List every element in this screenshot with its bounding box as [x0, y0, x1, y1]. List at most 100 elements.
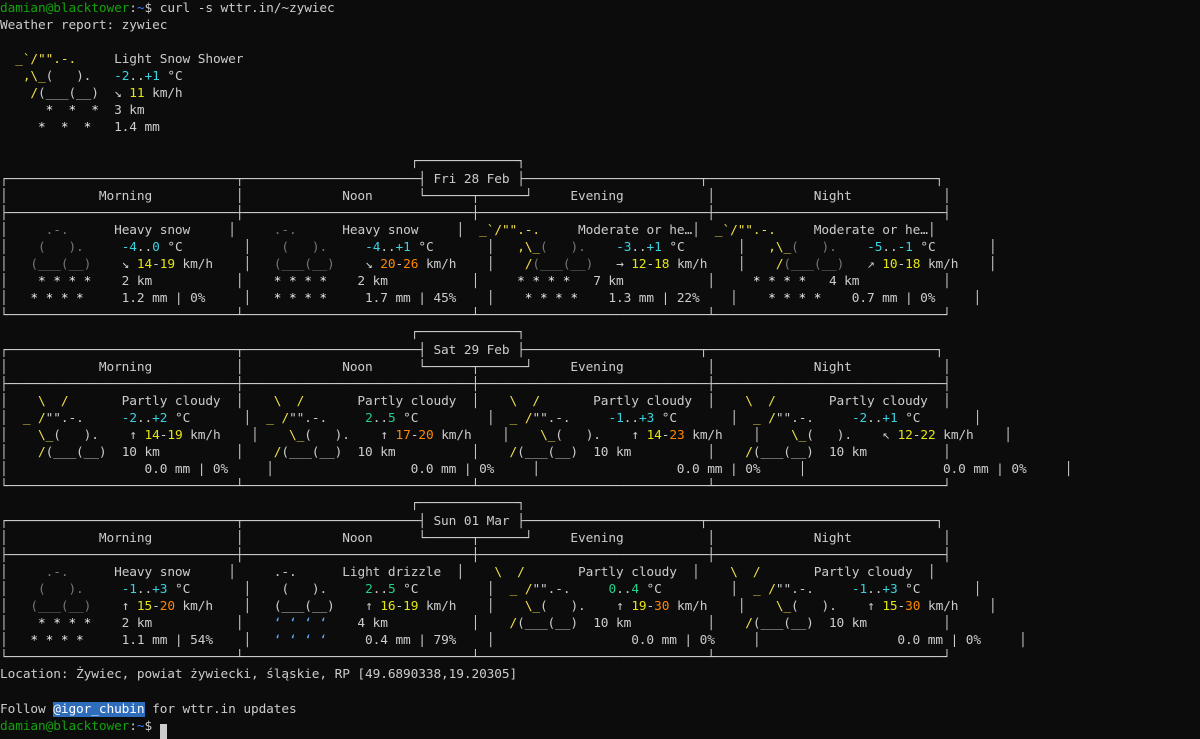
- terminal-text: Moderate or he…│: [539, 222, 715, 238]
- terminal-text: 10 km │: [813, 445, 951, 461]
- sun-text: ,\_: [22, 68, 46, 84]
- temp-cyan-text: -5: [867, 239, 883, 255]
- terminal-text: ↑: [600, 428, 647, 443]
- sun-text: ,\_: [768, 239, 792, 255]
- terminal-text: Evening: [570, 188, 624, 204]
- cloud-text: (___(__): [45, 445, 107, 461]
- terminal-text: Weather report: zywiec: [0, 17, 168, 33]
- wind-orange-text: 17: [395, 428, 411, 443]
- terminal-text: -: [897, 599, 906, 614]
- terminal-text: km/h │: [669, 257, 776, 272]
- cloud-text: ( ).: [53, 428, 99, 443]
- sun-text: /: [745, 445, 753, 461]
- terminal-text: 2 km │: [91, 616, 274, 632]
- terminal-text: │: [0, 530, 99, 546]
- terminal-text: -: [897, 257, 906, 272]
- terminal-text: Partly cloudy │: [304, 393, 510, 409]
- terminal-text: km/h │: [920, 257, 997, 272]
- cloud-text: ( ).: [806, 428, 852, 443]
- terminal-text: ├──────────────────────────────┼────────…: [0, 376, 951, 392]
- sun-text: ,\_: [517, 239, 541, 255]
- terminal-text: ↑: [91, 599, 137, 614]
- terminal-text: Fri 28 Feb: [433, 171, 510, 187]
- table-top: ┌─────────────┐: [0, 153, 525, 170]
- wind-orange-text: 30: [654, 599, 670, 614]
- terminal-text: ..: [380, 239, 396, 255]
- terminal-text: km/h │: [433, 428, 541, 443]
- terminal-text: 0.4 mm | 79% │ 0.0 mm | 0% │ 0.0 mm | 0%…: [327, 633, 1027, 649]
- terminal-text: -: [152, 599, 160, 614]
- wind-yellow-text: 15: [136, 599, 153, 614]
- temp-cyan-text: -2: [114, 68, 130, 84]
- temp-green-text: 5: [387, 410, 396, 426]
- current-line-3: /(___(__) ↘ 11 km/h: [0, 85, 182, 102]
- terminal-text: km/h │: [669, 599, 776, 614]
- terminal-text: °C │: [912, 239, 997, 255]
- wind-yellow-text: 19: [159, 257, 175, 272]
- cloud-text: ( ).: [304, 428, 350, 443]
- terminal-text: :: [129, 718, 137, 734]
- sun-text: _ /: [22, 410, 46, 426]
- igor-chubin-link[interactable]: @igor_chubin: [53, 701, 145, 717]
- snow-text: * * * *: [524, 291, 578, 307]
- table-period-row: │ Morning │ Noon └──────┬──────┘ Evening…: [0, 188, 951, 205]
- terminal-text: │: [851, 359, 951, 375]
- cloud-text: ( ).: [555, 428, 601, 443]
- sun-text: \ /: [509, 393, 541, 409]
- terminal-text: ↗: [844, 257, 883, 272]
- cloud-text: .-.: [273, 564, 297, 580]
- terminal-text: 10 km │: [106, 445, 274, 461]
- terminal-text: │: [0, 239, 39, 255]
- terminal-text: -: [395, 257, 404, 272]
- terminal-window[interactable]: damian@blacktower:~$ curl -s wttr.in/~zy…: [0, 0, 1200, 739]
- cloud-text: (___(__): [281, 445, 343, 461]
- sun-text: \ /: [745, 393, 776, 409]
- prompt-line: damian@blacktower:~$ cursor: [0, 718, 168, 739]
- terminal-text: km/h │: [920, 599, 997, 614]
- terminal-text: Partly cloudy │: [775, 393, 951, 409]
- snow-text: * * * *: [38, 616, 92, 632]
- terminal-text: Partly cloudy │: [760, 564, 936, 580]
- terminal-text: km/h │: [418, 257, 525, 272]
- wind-yellow-text: 14: [646, 428, 662, 443]
- terminal-text: ↑: [334, 599, 381, 614]
- temp-cyan-text: -4: [365, 239, 381, 255]
- cloud-text: "".-.: [775, 410, 814, 426]
- wind-yellow-text: 15: [882, 599, 898, 614]
- terminal-text: -: [395, 599, 404, 614]
- terminal-text: °C │: [654, 410, 754, 426]
- terminal-text: ↖: [851, 428, 898, 443]
- terminal-text: °C │: [638, 581, 754, 597]
- wind-orange-text: 20: [159, 599, 175, 614]
- rain-text: ‘ ‘ ‘ ‘: [273, 633, 328, 649]
- terminal-text: ..: [136, 239, 153, 255]
- cloud-text: (___(__): [752, 445, 814, 461]
- day2-row2: │ _ /"".-. -2..+2 °C │ _ /"".-. 2..5 °C …: [0, 410, 981, 427]
- terminal-text: └──────────────────────────────┴────────…: [0, 308, 951, 324]
- terminal-text: Light drizzle │: [296, 564, 495, 580]
- temp-green-text: 0: [608, 581, 617, 597]
- sun-text: \_: [289, 428, 305, 443]
- terminal-text: -: [152, 257, 160, 272]
- wind-yellow-text: 19: [167, 428, 183, 443]
- day2-row5: │ 0.0 mm | 0% │ 0.0 mm | 0% │ 0.0 mm | 0…: [0, 461, 1072, 478]
- terminal-text: ↑: [836, 599, 883, 614]
- cloud-text: ( ).: [281, 581, 328, 597]
- temp-cyan-text: +3: [882, 581, 898, 597]
- wind-yellow-text: 11: [129, 86, 145, 101]
- prompt-path-text: ~: [136, 718, 145, 734]
- temp-green-text: 5: [387, 581, 396, 597]
- cloud-text: "".-.: [775, 581, 814, 597]
- sun-text: /: [30, 86, 39, 101]
- terminal-text: °C │: [395, 581, 510, 597]
- terminal-text: Light Snow Shower: [76, 51, 244, 67]
- prompt-user-text: damian@blacktower: [0, 0, 130, 16]
- cloud-text: (___(__): [273, 599, 335, 614]
- terminal-text: 0.7 mm | 0% │: [821, 291, 982, 307]
- terminal-text: ├───────────────────────┬───────────────…: [509, 513, 943, 529]
- temp-cyan-text: -2: [851, 410, 868, 426]
